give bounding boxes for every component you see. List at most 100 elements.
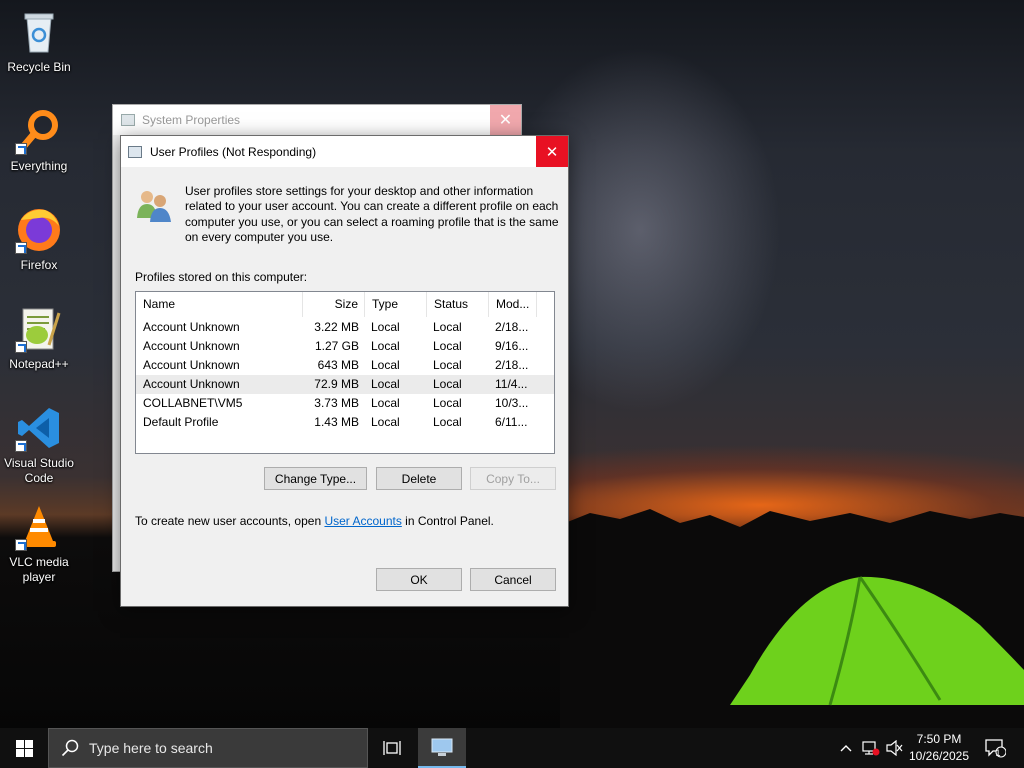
cell-modified: 9/16... — [495, 339, 529, 353]
desktop-icon-label: Recycle Bin — [7, 60, 71, 74]
notepad-plus-plus-icon — [15, 305, 63, 353]
desktop-icon-vlc[interactable]: VLC media player — [0, 503, 78, 585]
listview-header: Name Size Type Status Mod... — [136, 292, 554, 317]
cell-modified: 6/11... — [495, 415, 528, 429]
taskbar: Type here to search 7:50 PM 10/26/2025 1 — [0, 728, 1024, 768]
cell-type: Local — [371, 320, 400, 334]
cell-status: Local — [433, 415, 462, 429]
volume-muted-icon — [886, 740, 903, 756]
system-properties-titlebar[interactable]: System Properties ✕ — [113, 105, 521, 135]
table-row[interactable]: Account Unknown 72.9 MB Local Local 11/4… — [136, 375, 554, 394]
column-header-name[interactable]: Name — [136, 292, 303, 317]
taskbar-search-box[interactable]: Type here to search — [48, 728, 368, 768]
cell-modified: 11/4... — [495, 377, 528, 391]
search-placeholder: Type here to search — [89, 740, 213, 756]
user-profiles-titlebar[interactable]: User Profiles (Not Responding) ✕ — [121, 136, 568, 167]
start-button[interactable] — [0, 728, 48, 768]
desktop-icon-label: Notepad++ — [9, 357, 69, 371]
taskbar-app-system-properties[interactable] — [418, 728, 466, 768]
notification-count: 1 — [995, 748, 1001, 758]
cell-status: Local — [433, 377, 462, 391]
user-accounts-link[interactable]: User Accounts — [324, 514, 401, 528]
shortcut-arrow-icon — [15, 539, 27, 551]
cell-size: 3.22 MB — [314, 320, 359, 334]
desktop-icon-recycle-bin[interactable]: Recycle Bin — [0, 8, 78, 75]
cell-type: Local — [371, 339, 400, 353]
recycle-bin-icon — [15, 8, 63, 56]
desktop-icon-label: Visual Studio Code — [4, 456, 74, 485]
delete-button[interactable]: Delete — [376, 467, 462, 490]
cell-type: Local — [371, 415, 400, 429]
desktop-icon-everything[interactable]: Everything — [0, 107, 78, 174]
user-profiles-window-icon — [128, 145, 142, 158]
table-row[interactable]: Account Unknown 643 MB Local Local 2/18.… — [136, 356, 554, 375]
create-accounts-text: To create new user accounts, open User A… — [135, 514, 494, 528]
column-header-size[interactable]: Size — [303, 292, 365, 317]
task-view-icon — [383, 741, 401, 755]
firefox-icon — [15, 206, 63, 254]
cell-status: Local — [433, 320, 462, 334]
copy-to-button[interactable]: Copy To... — [470, 467, 556, 490]
close-icon[interactable]: ✕ — [536, 136, 568, 167]
cell-name: Default Profile — [143, 415, 219, 429]
computer-icon — [431, 738, 453, 756]
create-suffix: in Control Panel. — [401, 514, 494, 528]
profiles-listview[interactable]: Name Size Type Status Mod... Account Unk… — [135, 291, 555, 454]
table-row[interactable]: Default Profile 1.43 MB Local Local 6/11… — [136, 413, 554, 432]
shortcut-arrow-icon — [15, 143, 27, 155]
desktop-icon-firefox[interactable]: Firefox — [0, 206, 78, 273]
volume-button[interactable] — [884, 728, 904, 768]
shortcut-arrow-icon — [15, 341, 27, 353]
listview-rows: Account Unknown 3.22 MB Local Local 2/18… — [136, 317, 554, 432]
change-type-button[interactable]: Change Type... — [264, 467, 367, 490]
desktop-icon-label: Everything — [10, 159, 68, 173]
table-row[interactable]: COLLABNET\VM5 3.73 MB Local Local 10/3..… — [136, 394, 554, 413]
intro-text: User profiles store settings for your de… — [185, 184, 559, 244]
everything-search-icon — [15, 107, 63, 155]
clock-date: 10/26/2025 — [908, 749, 970, 763]
ok-button[interactable]: OK — [376, 568, 462, 591]
user-profiles-title: User Profiles (Not Responding) — [150, 144, 317, 159]
column-header-status[interactable]: Status — [427, 292, 489, 317]
cell-modified: 10/3... — [495, 396, 529, 410]
table-row[interactable]: Account Unknown 3.22 MB Local Local 2/18… — [136, 318, 554, 337]
cell-size: 1.43 MB — [314, 415, 359, 429]
desktop-icon-vscode[interactable]: Visual Studio Code — [0, 404, 78, 486]
desktop-icon-notepad-plus-plus[interactable]: Notepad++ — [0, 305, 78, 372]
cell-status: Local — [433, 339, 462, 353]
user-profiles-dialog: User Profiles (Not Responding) ✕ User pr… — [120, 135, 569, 607]
cell-size: 1.27 GB — [314, 339, 359, 353]
cancel-button[interactable]: Cancel — [470, 568, 556, 591]
action-center-button[interactable]: 1 — [980, 728, 1010, 768]
create-prefix: To create new user accounts, open — [135, 514, 325, 528]
system-properties-icon — [121, 114, 135, 126]
task-view-button[interactable] — [372, 728, 412, 768]
cell-size: 3.73 MB — [314, 396, 359, 410]
close-icon[interactable]: ✕ — [490, 105, 521, 135]
network-status-button[interactable] — [858, 728, 882, 768]
cell-modified: 2/18... — [495, 320, 529, 334]
taskbar-clock[interactable]: 7:50 PM 10/26/2025 — [904, 731, 974, 765]
windows-logo-icon — [15, 739, 33, 757]
users-icon — [135, 188, 173, 222]
cell-name: Account Unknown — [143, 358, 240, 372]
cell-name: Account Unknown — [143, 320, 240, 334]
cell-type: Local — [371, 358, 400, 372]
cell-type: Local — [371, 396, 400, 410]
column-header-type[interactable]: Type — [365, 292, 427, 317]
chevron-up-icon — [840, 745, 852, 752]
cell-modified: 2/18... — [495, 358, 529, 372]
vlc-icon — [15, 503, 63, 551]
cell-name: COLLABNET\VM5 — [143, 396, 243, 410]
cell-name: Account Unknown — [143, 377, 240, 391]
profiles-label: Profiles stored on this computer: — [135, 270, 308, 284]
show-hidden-icons-button[interactable] — [836, 728, 856, 768]
search-icon — [61, 739, 79, 757]
table-row[interactable]: Account Unknown 1.27 GB Local Local 9/16… — [136, 337, 554, 356]
shortcut-arrow-icon — [15, 440, 27, 452]
cell-size: 72.9 MB — [314, 377, 359, 391]
cell-name: Account Unknown — [143, 339, 240, 353]
shortcut-arrow-icon — [15, 242, 27, 254]
cell-size: 643 MB — [317, 358, 359, 372]
column-header-modified[interactable]: Mod... — [489, 292, 537, 317]
